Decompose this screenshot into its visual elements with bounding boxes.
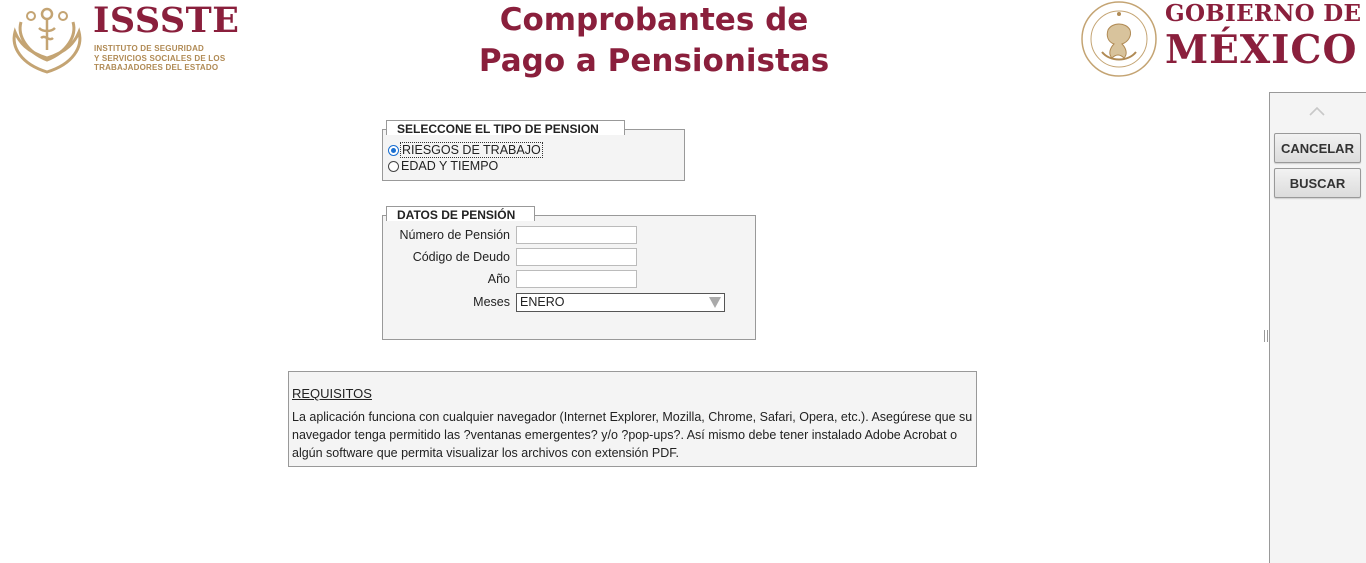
issste-subtitle: INSTITUTO DE SEGURIDAD Y SERVICIOS SOCIA… bbox=[94, 44, 225, 73]
requirements-title: REQUISITOS bbox=[292, 386, 372, 401]
issste-subtitle-line: Y SERVICIOS SOCIALES DE LOS bbox=[94, 53, 226, 63]
issste-subtitle-line: INSTITUTO DE SEGURIDAD bbox=[94, 44, 205, 53]
deudo-code-label: Código de Deudo bbox=[412, 250, 510, 264]
issste-name: ISSSTE bbox=[93, 0, 240, 41]
radio-label[interactable]: EDAD Y TIEMPO bbox=[401, 159, 498, 173]
months-selected-value: ENERO bbox=[520, 295, 565, 309]
radio-button-checked[interactable] bbox=[388, 144, 399, 156]
gobierno-label: GOBIERNO DE bbox=[1165, 0, 1362, 27]
issste-logo bbox=[9, 2, 85, 74]
requirements-text: La aplicación funciona con cualquier nav… bbox=[292, 410, 973, 460]
pension-type-legend: SELECCONE EL TIPO DE PENSION bbox=[386, 120, 625, 136]
radio-button[interactable] bbox=[388, 160, 399, 172]
pension-data-legend: DATOS DE PENSIÓN bbox=[386, 206, 535, 222]
months-label: Meses bbox=[473, 295, 510, 309]
cancel-button[interactable]: CANCELAR bbox=[1274, 133, 1361, 163]
pension-number-input[interactable] bbox=[516, 226, 637, 244]
page-title-line1: Comprobantes de bbox=[499, 2, 809, 38]
months-select[interactable]: ENERO bbox=[516, 293, 725, 312]
requirements-box: REQUISITOS La aplicación funciona con cu… bbox=[288, 371, 977, 467]
radio-label[interactable]: RIESGOS DE TRABAJO bbox=[400, 142, 543, 158]
search-button[interactable]: BUSCAR bbox=[1274, 168, 1361, 198]
chevron-up-icon[interactable] bbox=[1309, 104, 1325, 116]
page-title: Comprobantes de Pago a Pensionistas bbox=[454, 0, 854, 82]
issste-subtitle-line: TRABAJADORES DEL ESTADO bbox=[94, 63, 219, 72]
panel-splitter-handle[interactable] bbox=[1264, 330, 1268, 342]
pension-number-label: Número de Pensión bbox=[399, 228, 510, 242]
radio-riesgos-de-trabajo[interactable]: RIESGOS DE TRABAJO bbox=[388, 142, 543, 158]
year-input[interactable] bbox=[516, 270, 637, 288]
radio-edad-y-tiempo[interactable]: EDAD Y TIEMPO bbox=[388, 158, 498, 174]
year-label: Año bbox=[487, 272, 510, 286]
mexico-label: MÉXICO bbox=[1165, 27, 1358, 73]
chevron-down-icon[interactable] bbox=[709, 297, 721, 308]
mexico-seal-icon bbox=[1080, 0, 1158, 78]
deudo-code-input[interactable] bbox=[516, 248, 637, 266]
page-title-line2: Pago a Pensionistas bbox=[478, 43, 830, 79]
